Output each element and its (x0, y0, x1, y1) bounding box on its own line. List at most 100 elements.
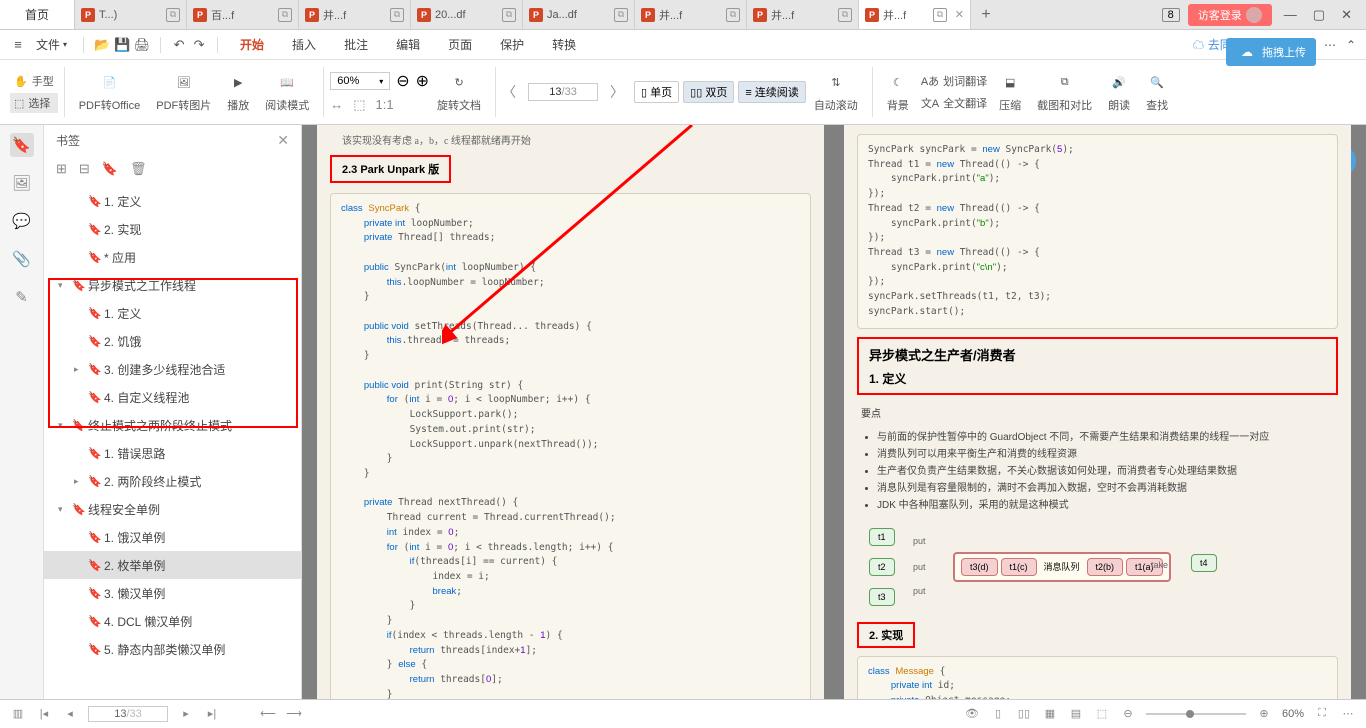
undo-icon[interactable]: ↶ (171, 37, 187, 53)
doc-tab-5[interactable]: P并...f⧉ (635, 0, 747, 29)
fit-icon[interactable]: ⬚ (1094, 706, 1110, 722)
actual-size-icon[interactable]: 1:1 (376, 97, 394, 113)
bookmark-item[interactable]: 🔖2. 饥饿 (44, 327, 301, 355)
bookmark-item[interactable]: 🔖4. DCL 懒汉单例 (44, 607, 301, 635)
doc-tab-4[interactable]: PJa...df⧉ (523, 0, 635, 29)
doc-tab-7[interactable]: P并...f⧉✕ (859, 0, 971, 29)
bookmark-item[interactable]: 🔖5. 静态内部类懒汉单例 (44, 635, 301, 663)
doc-tab-1[interactable]: P百...f⧉ (187, 0, 299, 29)
sidebar-toggle-icon[interactable]: ▥ (10, 706, 26, 722)
bookmark-item[interactable]: 🔖2. 枚举单例 (44, 551, 301, 579)
bookmark-item[interactable]: 🔖1. 定义 (44, 299, 301, 327)
tab-ext-icon[interactable]: ⧉ (166, 8, 180, 22)
bookmark-item[interactable]: 🔖1. 定义 (44, 187, 301, 215)
view4-icon[interactable]: ▤ (1068, 706, 1084, 722)
single-page[interactable]: ▯ 单页 (634, 81, 679, 103)
home-tab[interactable]: 首页 (0, 0, 75, 29)
document-view[interactable]: 💬 该实现没有考虑 a，b，c 线程都就绪再开始 2.3 Park Unpark… (302, 125, 1366, 699)
zoom-out-status[interactable]: ⊖ (1120, 706, 1136, 722)
crop-compare[interactable]: ⧉截图和对比 (1029, 62, 1100, 122)
bookmark-item[interactable]: 🔖4. 自定义线程池 (44, 383, 301, 411)
background[interactable]: ☾背景 (879, 62, 917, 122)
save-icon[interactable]: 💾 (114, 37, 130, 53)
status-page-input[interactable]: 13/33 (88, 706, 168, 722)
pdf-to-image[interactable]: 🖼PDF转图片 (148, 62, 219, 122)
bookmark-item[interactable]: ▸🔖3. 创建多少线程池合适 (44, 355, 301, 383)
zoom-out-icon[interactable]: ⊖ (396, 71, 409, 91)
bookmark-icon[interactable]: 🔖 (10, 133, 34, 157)
close-icon[interactable]: ✕ (1337, 7, 1356, 23)
bookmark-item[interactable]: 🔖1. 错误思路 (44, 439, 301, 467)
prev-page-icon[interactable]: 〈 (502, 82, 516, 102)
find[interactable]: 🔍查找 (1138, 62, 1176, 122)
first-page-icon[interactable]: |◂ (36, 706, 52, 722)
overflow-icon[interactable]: ⋯ (1324, 38, 1336, 52)
menu-annotate[interactable]: 批注 (332, 36, 380, 53)
bookmark-add-icon[interactable]: 🔖 (102, 161, 118, 177)
fit-width-icon[interactable]: ↔ (330, 97, 343, 113)
tab-ext-icon[interactable]: ⧉ (502, 8, 516, 22)
fullscreen-icon[interactable]: ⛶ (1314, 706, 1330, 722)
bookmark-item[interactable]: ▾🔖异步模式之工作线程 (44, 271, 301, 299)
menu-start[interactable]: 开始 (228, 36, 276, 53)
select-tool[interactable]: ⬚选择 (10, 93, 58, 113)
bookmark-item[interactable]: 🔖* 应用 (44, 243, 301, 271)
next-page-icon[interactable]: 〉 (610, 82, 624, 102)
tab-ext-icon[interactable]: ⧉ (933, 8, 947, 22)
tab-ext-icon[interactable]: ⧉ (278, 8, 292, 22)
page-input[interactable]: 13/33 (528, 83, 598, 101)
collapse-icon[interactable]: ⌃ (1346, 38, 1356, 52)
tab-ext-icon[interactable]: ⧉ (614, 8, 628, 22)
view2-icon[interactable]: ▯▯ (1016, 706, 1032, 722)
file-menu[interactable]: 文件▾ (30, 36, 73, 53)
more-icon[interactable]: ⋯ (1340, 706, 1356, 722)
tab-ext-icon[interactable]: ⧉ (390, 8, 404, 22)
hand-tool[interactable]: ✋手型 (10, 71, 58, 91)
menu-page[interactable]: 页面 (436, 36, 484, 53)
bookmark-item[interactable]: 🔖1. 饿汉单例 (44, 523, 301, 551)
fit-page-icon[interactable]: ⬚ (353, 97, 365, 113)
view1-icon[interactable]: ▯ (990, 706, 1006, 722)
word-translate[interactable]: Aあ划词翻译 (917, 71, 991, 91)
thumbnail-icon[interactable]: 🖼 (10, 171, 34, 195)
continuous-read[interactable]: ≡ 连续阅读 (738, 81, 805, 103)
minimize-icon[interactable]: — (1280, 7, 1301, 22)
view3-icon[interactable]: ▦ (1042, 706, 1058, 722)
read-aloud[interactable]: 🔊朗读 (1100, 62, 1138, 122)
zoom-input[interactable]: 60%▾ (330, 72, 390, 90)
doc-tab-3[interactable]: P20...df⧉ (411, 0, 523, 29)
bookmark-item[interactable]: ▸🔖2. 两阶段终止模式 (44, 467, 301, 495)
menu-edit[interactable]: 编辑 (384, 36, 432, 53)
open-icon[interactable]: 📂 (94, 37, 110, 53)
bookmark-item[interactable]: 🔖2. 实现 (44, 215, 301, 243)
close-icon[interactable]: ✕ (955, 8, 964, 21)
tab-ext-icon[interactable]: ⧉ (838, 8, 852, 22)
expand-all-icon[interactable]: ⊞ (56, 161, 67, 177)
sidebar-close-icon[interactable]: ✕ (277, 132, 289, 149)
nav-fwd-icon[interactable]: ⟶ (286, 706, 302, 722)
zoom-slider[interactable] (1146, 713, 1246, 715)
doc-tab-2[interactable]: P并...f⧉ (299, 0, 411, 29)
play-button[interactable]: ▶播放 (219, 62, 257, 122)
zoom-in-status[interactable]: ⊕ (1256, 706, 1272, 722)
last-page-icon[interactable]: ▸| (204, 706, 220, 722)
compress[interactable]: ⬓压缩 (991, 62, 1029, 122)
menu-convert[interactable]: 转换 (540, 36, 588, 53)
highlight-icon[interactable]: ✎ (10, 285, 34, 309)
nav-back-icon[interactable]: ⟵ (260, 706, 276, 722)
attachment-icon[interactable]: 📎 (10, 247, 34, 271)
eye-icon[interactable]: 👁 (964, 706, 980, 722)
redo-icon[interactable]: ↷ (191, 37, 207, 53)
doc-tab-0[interactable]: PT...)⧉ (75, 0, 187, 29)
next-icon[interactable]: ▸ (178, 706, 194, 722)
bookmark-del-icon[interactable]: 🗑 (130, 161, 147, 177)
auto-scroll[interactable]: ⇅自动滚动 (806, 62, 866, 122)
bookmark-item[interactable]: ▾🔖终止模式之两阶段终止模式 (44, 411, 301, 439)
doc-tab-6[interactable]: P并...f⧉ (747, 0, 859, 29)
print-icon[interactable]: 🖨 (134, 37, 150, 53)
tab-ext-icon[interactable]: ⧉ (726, 8, 740, 22)
menu-insert[interactable]: 插入 (280, 36, 328, 53)
read-mode[interactable]: 📖阅读模式 (257, 62, 317, 122)
zoom-in-icon[interactable]: ⊕ (416, 71, 429, 91)
prev-icon[interactable]: ◂ (62, 706, 78, 722)
